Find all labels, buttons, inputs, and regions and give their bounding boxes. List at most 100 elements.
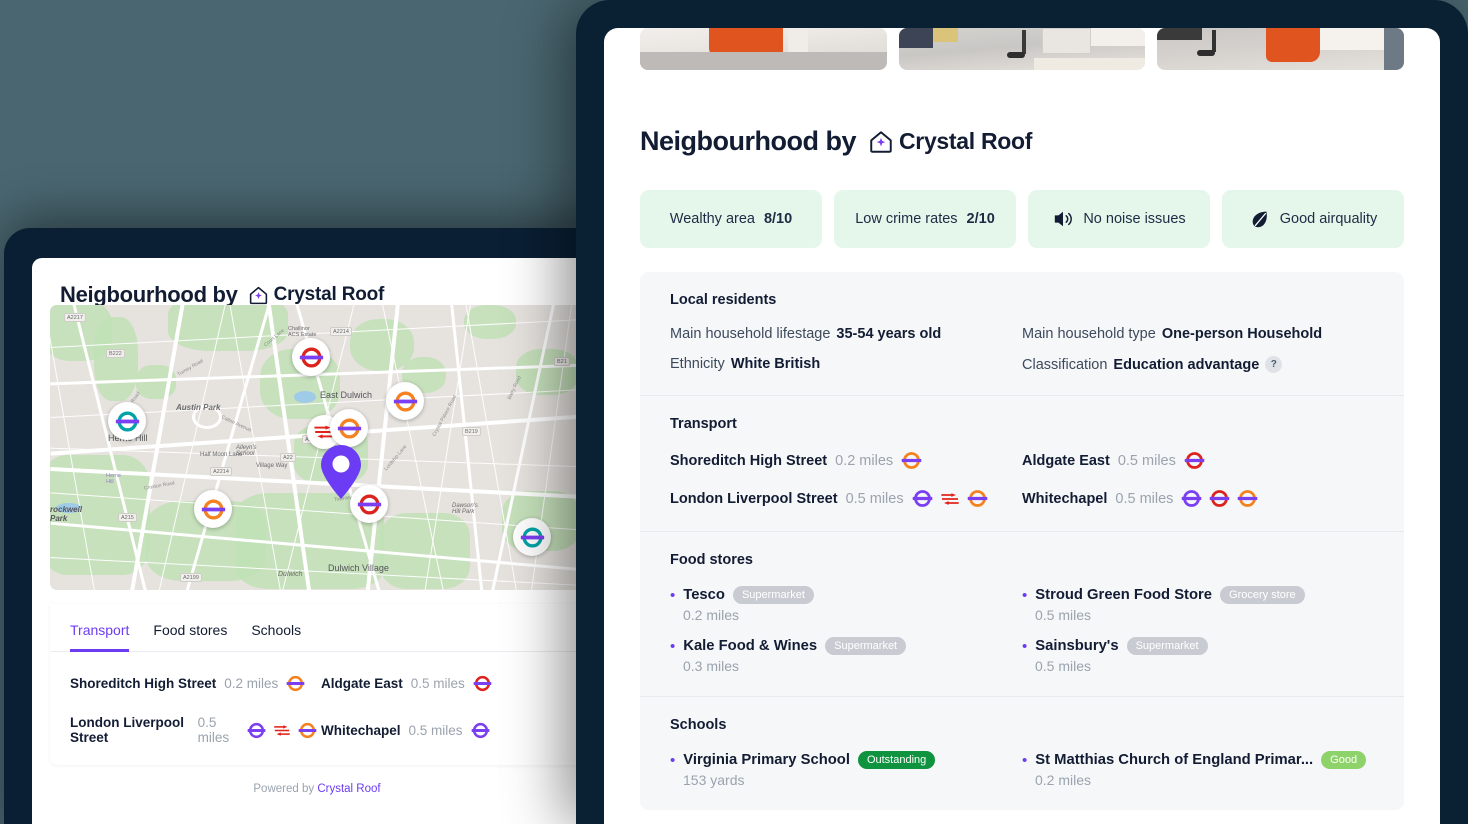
tube-roundel-icon <box>1181 488 1202 509</box>
tab-transport[interactable]: Transport <box>70 622 129 652</box>
tube-roundel-icon <box>473 674 492 693</box>
transport-item-liverpool-street[interactable]: London Liverpool Street 0.5 miles <box>670 488 1022 509</box>
station-icons <box>471 721 490 740</box>
brand-name: Crystal Roof <box>274 284 385 306</box>
station-icons <box>901 450 922 471</box>
food-store-item[interactable]: • Stroud Green Food Store Grocery store … <box>1022 586 1374 623</box>
station-icons <box>1184 450 1205 471</box>
info-main-household-type: Main household type One-person Household <box>1022 326 1374 342</box>
transport-row: Shoreditch High Street 0.2 miles Aldgate… <box>70 674 564 693</box>
info-main-household-lifestage: Main household lifestage 35-54 years old <box>670 326 1022 342</box>
poi-header: • Virginia Primary School Outstanding <box>670 751 1022 769</box>
school-item[interactable]: • Virginia Primary School Outstanding 15… <box>670 751 1022 788</box>
powered-by-link[interactable]: Crystal Roof <box>317 783 380 795</box>
poi-distance: 0.5 miles <box>1035 607 1374 623</box>
transport-item-aldgate-east[interactable]: Aldgate East 0.5 miles <box>317 674 564 693</box>
crystal-roof-logo: Crystal Roof <box>868 128 1032 155</box>
badge-label: Low crime rates <box>855 211 957 227</box>
schools-col-right: • St Matthias Church of England Primar..… <box>1022 751 1374 788</box>
tab-food-stores[interactable]: Food stores <box>153 622 227 652</box>
map-marker-tube-southwest[interactable] <box>194 490 232 528</box>
info-value: Education advantage <box>1113 357 1259 373</box>
poi-distance: 0.3 miles <box>683 658 1022 674</box>
map-marker-tube-mid[interactable] <box>330 409 368 447</box>
screenshot-stage: Neigbourhood by Crystal Roof <box>0 0 1468 824</box>
gallery-photo-office[interactable] <box>899 28 1146 70</box>
powered-by-text: Powered by <box>253 783 314 795</box>
badge-low-crime[interactable]: Low crime rates 2/10 <box>834 190 1016 248</box>
transport-item-shoreditch[interactable]: Shoreditch High Street 0.2 miles <box>670 450 1022 471</box>
food-stores-col-right: • Stroud Green Food Store Grocery store … <box>1022 586 1374 674</box>
gallery-photo-bedroom-2[interactable] <box>1157 28 1404 70</box>
transport-grid: Shoreditch High Street 0.2 miles <box>670 450 1374 509</box>
transport-item-whitechapel[interactable]: Whitechapel 0.5 miles <box>1022 488 1374 509</box>
badge-good-airquality[interactable]: Good airquality <box>1222 190 1404 248</box>
bullet-icon: • <box>1022 588 1027 603</box>
local-residents-grid: Main household lifestage 35-54 years old… <box>670 326 1374 373</box>
poi-header: • St Matthias Church of England Primar..… <box>1022 751 1374 769</box>
neighbourhood-info-panel: Local residents Main household lifestage… <box>640 272 1404 810</box>
section-heading: Food stores <box>670 552 1374 568</box>
station-distance: 0.5 miles <box>198 715 239 745</box>
info-value: 35-54 years old <box>836 326 941 342</box>
section-heading: Transport <box>670 416 1374 432</box>
right-card-header: Neigbourhood by Crystal Roof <box>604 70 1440 157</box>
school-item[interactable]: • St Matthias Church of England Primar..… <box>1022 751 1374 788</box>
transport-item-shoreditch[interactable]: Shoreditch High Street 0.2 miles <box>70 674 317 693</box>
station-distance: 0.5 miles <box>846 491 904 507</box>
poi-header: • Stroud Green Food Store Grocery store <box>1022 586 1374 604</box>
info-value: One-person Household <box>1162 326 1322 342</box>
info-ethnicity: Ethnicity White British <box>670 356 1022 372</box>
right-page-title: Neigbourhood by Crystal Roof <box>640 126 1404 157</box>
map-marker-tube-north[interactable] <box>292 338 330 376</box>
right-card: Neigbourhood by Crystal Roof Wealthy are… <box>604 28 1440 824</box>
left-footer: Powered by Crystal Roof <box>50 783 584 795</box>
neighbourhood-map[interactable]: Austin Park Herne Hill East Dulwich Dulw… <box>50 305 584 590</box>
food-store-item[interactable]: • Tesco Supermarket 0.2 miles <box>670 586 1022 623</box>
tube-roundel-icon <box>1184 450 1205 471</box>
help-icon[interactable]: ? <box>1265 356 1282 373</box>
section-local-residents: Local residents Main household lifestage… <box>640 272 1404 395</box>
section-transport: Transport Shoreditch High Street 0.2 mil… <box>640 395 1404 531</box>
station-name: Whitechapel <box>1022 491 1107 507</box>
map-location-pin[interactable] <box>318 443 364 503</box>
food-stores-col-left: • Tesco Supermarket 0.2 miles • Kale Foo… <box>670 586 1022 674</box>
map-marker-tube-east-dulwich[interactable] <box>386 382 424 420</box>
left-tab-bar: Transport Food stores Schools <box>50 604 584 652</box>
badge-wealthy-area[interactable]: Wealthy area 8/10 <box>640 190 822 248</box>
schools-grid: • Virginia Primary School Outstanding 15… <box>670 751 1374 788</box>
food-stores-grid: • Tesco Supermarket 0.2 miles • Kale Foo… <box>670 586 1374 674</box>
section-heading: Local residents <box>670 292 1374 308</box>
bullet-icon: • <box>670 639 675 654</box>
station-distance: 0.2 miles <box>224 676 278 691</box>
station-icons <box>1181 488 1258 509</box>
map-marker-tube-southeast[interactable] <box>513 518 551 556</box>
section-schools: Schools • Virginia Primary School Outsta… <box>640 696 1404 810</box>
left-tabs-card: Transport Food stores Schools Shoreditch… <box>50 604 584 765</box>
photo-gallery <box>604 28 1440 70</box>
tube-roundel-icon <box>286 674 305 693</box>
poi-name: St Matthias Church of England Primar... <box>1035 752 1313 768</box>
section-food-stores: Food stores • Tesco Supermarket 0.2 mile… <box>640 531 1404 696</box>
gallery-photo-bedroom[interactable] <box>640 28 887 70</box>
tube-roundel-icon <box>393 389 418 414</box>
food-store-item[interactable]: • Sainsbury's Supermarket 0.5 miles <box>1022 637 1374 674</box>
badge-value: 2/10 <box>967 211 995 227</box>
transport-item-liverpool-street[interactable]: London Liverpool Street 0.5 miles <box>70 715 317 745</box>
transport-item-aldgate-east[interactable]: Aldgate East 0.5 miles <box>1022 450 1374 471</box>
badge-no-noise[interactable]: No noise issues <box>1028 190 1210 248</box>
station-distance: 0.2 miles <box>835 453 893 469</box>
food-store-item[interactable]: • Kale Food & Wines Supermarket 0.3 mile… <box>670 637 1022 674</box>
tube-roundel-icon <box>201 497 226 522</box>
national-rail-icon <box>273 723 291 738</box>
poi-name: Sainsbury's <box>1035 638 1118 654</box>
station-icons <box>247 721 317 740</box>
bullet-icon: • <box>670 753 675 768</box>
bullet-icon: • <box>1022 639 1027 654</box>
map-marker-tube-herne-hill[interactable] <box>108 402 146 440</box>
tab-schools[interactable]: Schools <box>251 622 301 652</box>
poi-chip: Supermarket <box>1127 637 1208 655</box>
transport-item-whitechapel[interactable]: Whitechapel 0.5 miles <box>317 715 564 745</box>
badge-label: No noise issues <box>1083 211 1185 227</box>
poi-name: Virginia Primary School <box>683 752 850 768</box>
